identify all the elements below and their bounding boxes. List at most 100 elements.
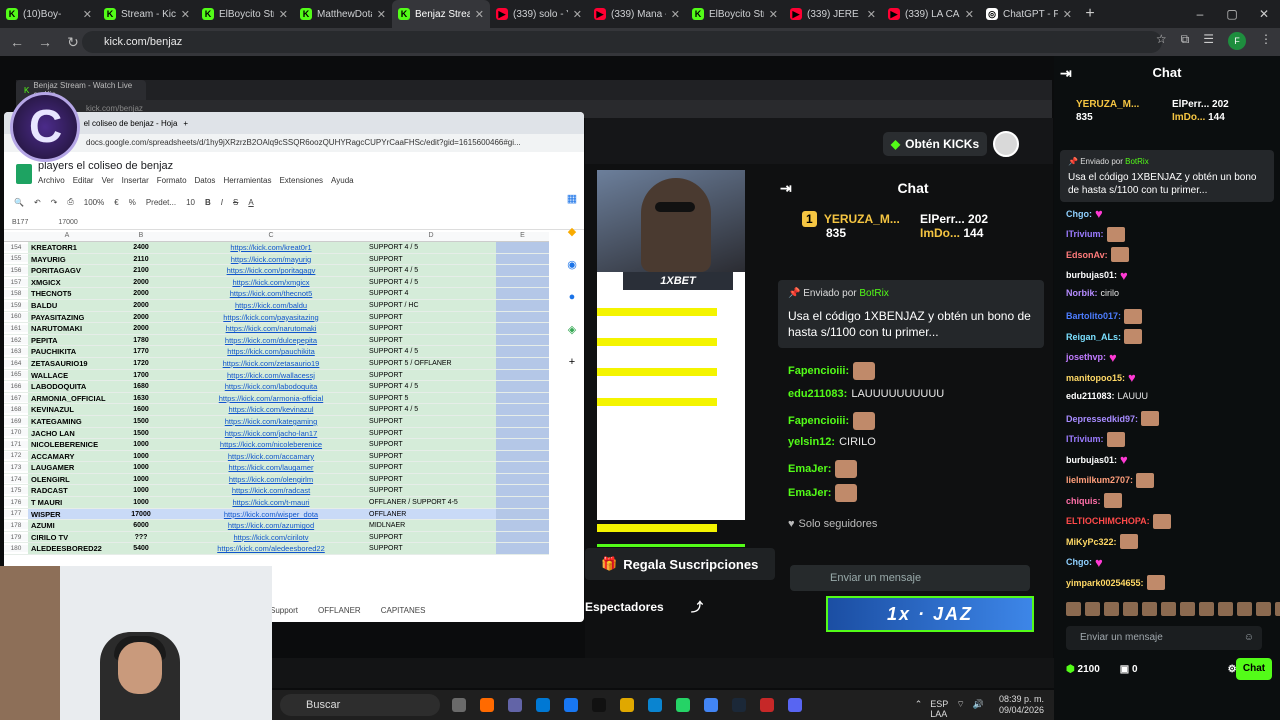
folder-icon[interactable] xyxy=(620,698,634,712)
emote-picker-icon[interactable] xyxy=(1066,602,1081,616)
chat-username[interactable]: Reigan_ALs: xyxy=(1066,332,1121,342)
table-row[interactable]: 166 LABODOQUITA 1680 https://kick.com/labod… xyxy=(4,381,549,393)
zoom-select[interactable]: 100% xyxy=(84,198,104,207)
minimize-icon[interactable]: – xyxy=(1184,0,1216,28)
chat-input[interactable]: Enviar un mensaje ☺ xyxy=(1066,626,1262,650)
chat-username[interactable]: edu211083: xyxy=(788,388,847,400)
sheet-menu-item[interactable]: Extensiones xyxy=(279,176,323,185)
steam-icon[interactable] xyxy=(732,698,746,712)
empty-cell[interactable] xyxy=(496,242,549,253)
browser-tab[interactable]: K Stream - Kick ✕ xyxy=(98,0,196,28)
chat-username[interactable]: ELTIOCHIMCHOPA: xyxy=(1066,516,1150,526)
share-icon[interactable]: ⤴ xyxy=(691,600,703,614)
emote-picker-icon[interactable] xyxy=(1123,602,1138,616)
table-row[interactable]: 157 XMGICX 2000 https://kick.com/xmgicx SUPP… xyxy=(4,276,549,289)
browser-menu-icon[interactable]: ⋮ xyxy=(1260,32,1272,50)
get-kicks-button[interactable]: ◆ Obtén KICKs xyxy=(883,132,987,156)
kick-link-cell[interactable]: https://kick.com/cirilotv xyxy=(176,531,366,543)
browser-tab[interactable]: K Benjaz Strea ✕ xyxy=(392,0,490,28)
teams-icon[interactable] xyxy=(508,698,522,712)
sheet-menu-item[interactable]: Ver xyxy=(102,176,114,185)
empty-cell[interactable] xyxy=(496,450,549,462)
table-row[interactable]: 171 NICOLEBERENICE 1000 https://kick.com/ni… xyxy=(4,439,549,451)
store-icon[interactable] xyxy=(536,698,550,712)
video-progress[interactable] xyxy=(597,544,745,547)
empty-cell[interactable] xyxy=(496,531,549,543)
tab-close-icon[interactable]: ✕ xyxy=(867,8,876,21)
tiktok-icon[interactable] xyxy=(592,698,606,712)
bold-icon[interactable]: B xyxy=(205,198,211,207)
chat-username[interactable]: burbujas01: xyxy=(1066,455,1117,465)
sheet-menu-item[interactable]: Archivo xyxy=(38,176,65,185)
chat-username[interactable]: EdsonAv: xyxy=(1066,250,1108,260)
chat-username[interactable]: Norbik: xyxy=(1066,288,1098,298)
new-tab-icon[interactable]: + xyxy=(1078,5,1102,23)
sheet-title[interactable]: players el coliseo de benjaz xyxy=(38,160,173,172)
chat-username[interactable]: Fapencioiii: xyxy=(788,365,849,377)
emote-picker-icon[interactable] xyxy=(1256,602,1271,616)
tab-close-icon[interactable]: ✕ xyxy=(377,8,386,21)
column-header[interactable]: C xyxy=(176,232,366,241)
kick-link-cell[interactable]: https://kick.com/radcast xyxy=(176,485,366,497)
table-row[interactable]: 159 BALDU 2000 https://kick.com/baldu SUPPOR… xyxy=(4,299,549,312)
empty-cell[interactable] xyxy=(496,299,549,311)
clock[interactable]: 08:39 p. m. 09/04/2026 xyxy=(999,694,1044,716)
browser-tab[interactable]: ▶ (339) solo - Yo ✕ xyxy=(490,0,588,28)
kick-link-cell[interactable]: https://kick.com/dulcepepita xyxy=(176,334,366,346)
table-row[interactable]: 167 ARMONIA_OFFICIAL 1630 https://kick.com/… xyxy=(4,392,549,405)
kick-link-cell[interactable]: https://kick.com/poritagagv xyxy=(176,265,366,276)
sheet-url[interactable]: docs.google.com/spreadsheets/d/1hy9jXRzr… xyxy=(4,134,584,152)
table-row[interactable]: 168 KEVINAZUL 1600 https://kick.com/kevinaz… xyxy=(4,404,549,416)
chat-username[interactable]: EmaJer: xyxy=(788,463,831,475)
kick-link-cell[interactable]: https://kick.com/labodoquita xyxy=(176,381,366,392)
print-icon[interactable]: ⎙ xyxy=(67,197,73,207)
tab-close-icon[interactable]: ✕ xyxy=(279,8,288,21)
new-tab-icon[interactable]: + xyxy=(183,119,188,128)
empty-cell[interactable] xyxy=(496,369,549,381)
empty-cell[interactable] xyxy=(496,543,549,555)
tab-close-icon[interactable]: ✕ xyxy=(1063,8,1072,21)
kick-link-cell[interactable]: https://kick.com/wallacessj xyxy=(176,369,366,381)
empty-cell[interactable] xyxy=(496,253,549,265)
keep-icon[interactable]: ◆ xyxy=(568,225,576,238)
kick-link-cell[interactable]: https://kick.com/olengirlm xyxy=(176,473,366,485)
empty-cell[interactable] xyxy=(496,520,549,531)
chat-username[interactable]: Fapencioiii: xyxy=(788,415,849,427)
browser-tab[interactable]: ◎ ChatGPT - Fran ✕ xyxy=(980,0,1078,28)
kick-link-cell[interactable]: https://kick.com/nicoleberenice xyxy=(176,439,366,450)
taskbar-search[interactable]: Buscar xyxy=(280,694,440,716)
formula-value[interactable]: 17000 xyxy=(58,219,77,226)
column-header[interactable]: B xyxy=(106,232,176,241)
sheet-tab[interactable]: el coliseo de benjaz - Hoja xyxy=(84,119,178,128)
edge-icon[interactable] xyxy=(648,698,662,712)
lang-indicator[interactable]: ESP LAA xyxy=(930,699,948,719)
tab-close-icon[interactable]: ✕ xyxy=(965,8,974,21)
kick-link-cell[interactable]: https://kick.com/laugamer xyxy=(176,462,366,473)
url-field[interactable]: kick.com/benjaz xyxy=(82,31,1162,53)
chat-username[interactable]: lielmilkum2707: xyxy=(1066,475,1133,485)
sheet-tab-item[interactable]: CAPITANES xyxy=(381,606,426,615)
empty-cell[interactable] xyxy=(496,392,549,404)
extensions-icon[interactable]: ⧉ xyxy=(1181,32,1190,50)
table-row[interactable]: 177 WISPER 17000 https://kick.com/wisper_do… xyxy=(4,508,549,521)
tab-close-icon[interactable]: ✕ xyxy=(83,8,92,21)
table-row[interactable]: 180 ALEDEESBORED22 5400 https://kick.com/al… xyxy=(4,543,549,556)
sheet-menu-item[interactable]: Editar xyxy=(73,176,94,185)
search-icon[interactable]: 🔍 xyxy=(14,198,24,207)
app-icon[interactable] xyxy=(760,698,774,712)
sheet-menu-item[interactable]: Datos xyxy=(195,176,216,185)
collapse-chat-icon[interactable]: ⇥ xyxy=(1060,56,1072,90)
kick-link-cell[interactable]: https://kick.com/kreat0r1 xyxy=(176,242,366,253)
emote-picker-icon[interactable] xyxy=(1199,602,1214,616)
app-icon[interactable] xyxy=(564,698,578,712)
discord-icon[interactable] xyxy=(788,698,802,712)
bookmark-star-icon[interactable]: ☆ xyxy=(1156,32,1167,50)
kick-link-cell[interactable]: https://kick.com/payasitazing xyxy=(176,311,366,323)
kick-link-cell[interactable]: https://kick.com/aledeesbored22 xyxy=(176,543,366,555)
emote-picker-icon[interactable] xyxy=(1218,602,1233,616)
empty-cell[interactable] xyxy=(496,381,549,392)
inner-chat-input[interactable]: Enviar un mensaje xyxy=(790,565,1030,591)
chat-username[interactable]: chiquis: xyxy=(1066,496,1101,506)
table-row[interactable]: 175 RADCAST 1000 https://kick.com/radcast SU… xyxy=(4,485,549,498)
browser-tab[interactable]: ▶ (339) LA CANC ✕ xyxy=(882,0,980,28)
